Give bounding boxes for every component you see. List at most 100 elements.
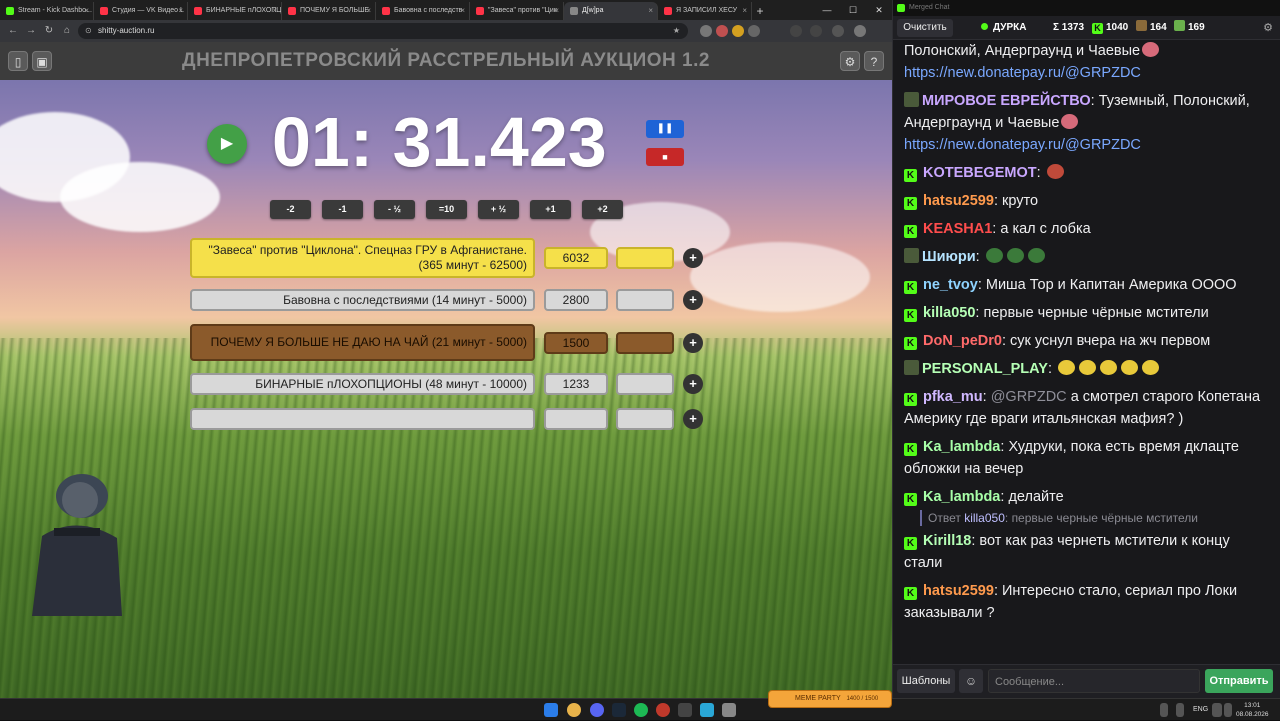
- time-adjust-button[interactable]: + ½: [478, 200, 519, 219]
- browser-tab[interactable]: БИНАРНЫЕ пЛОХОПЦ ×: [188, 2, 282, 20]
- lot-add-button[interactable]: +: [683, 409, 703, 429]
- settings-gear-icon[interactable]: ⚙: [840, 51, 860, 71]
- tab-close-icon[interactable]: ×: [272, 2, 277, 20]
- downloads-icon[interactable]: [790, 25, 802, 37]
- lot-amount-field[interactable]: 6032: [544, 247, 608, 269]
- emoji-picker-icon[interactable]: ☺: [959, 669, 983, 693]
- lot-add-button[interactable]: +: [683, 248, 703, 268]
- lot-add-amount-field[interactable]: [616, 289, 674, 311]
- chat-username[interactable]: МИРОВОЕ ЕВРЕЙСТВО: [922, 93, 1091, 109]
- menu-icon[interactable]: [854, 25, 866, 37]
- lot-amount-field[interactable]: 1500: [544, 331, 608, 354]
- send-button[interactable]: Отправить: [1205, 669, 1273, 693]
- time-adjust-button[interactable]: - ½: [374, 200, 415, 219]
- chat-username[interactable]: KEASHA1: [923, 221, 992, 237]
- time-adjust-button[interactable]: +2: [582, 200, 623, 219]
- browser-tab[interactable]: "Завеса" против "Цик ×: [470, 2, 564, 20]
- network-icon[interactable]: [1212, 703, 1222, 717]
- templates-button[interactable]: Шаблоны: [897, 669, 955, 693]
- chat-username[interactable]: PERSONAL_PLAY: [922, 361, 1048, 377]
- home-icon[interactable]: ⌂: [60, 24, 74, 38]
- chat-username[interactable]: ne_tvoy: [923, 277, 978, 293]
- tab-close-icon[interactable]: ×: [366, 2, 371, 20]
- browser-tab[interactable]: Stream - Kick Dashbo... ×: [0, 2, 94, 20]
- profile-icon[interactable]: [832, 25, 844, 37]
- tray-chevron-icon[interactable]: [1160, 703, 1168, 717]
- microphone-icon[interactable]: [1176, 703, 1184, 717]
- extension-icon[interactable]: [732, 25, 744, 37]
- extension-icon[interactable]: [700, 25, 712, 37]
- help-icon[interactable]: ?: [864, 51, 884, 71]
- site-info-icon[interactable]: ⊙: [85, 23, 92, 39]
- lot-add-amount-field[interactable]: [616, 408, 674, 430]
- sidebar-icon[interactable]: [810, 25, 822, 37]
- chrome-icon[interactable]: [567, 703, 581, 717]
- meme-party-widget[interactable]: MEME PARTY 1400 / 1500: [768, 690, 892, 708]
- spotify-icon[interactable]: [634, 703, 648, 717]
- reply-username[interactable]: killa050: [964, 511, 1005, 525]
- app-icon[interactable]: [722, 703, 736, 717]
- chat-username[interactable]: hatsu2599: [923, 583, 994, 599]
- app-icon[interactable]: [656, 703, 670, 717]
- chat-username[interactable]: pfka_mu: [923, 389, 983, 405]
- browser-tab[interactable]: Д[w]ра ×: [564, 2, 658, 20]
- telegram-icon[interactable]: [700, 703, 714, 717]
- stop-button[interactable]: ■: [646, 148, 684, 166]
- chat-link[interactable]: https://new.donatepay.ru/@GRPZDC: [904, 65, 1141, 81]
- chat-username[interactable]: Kirill18: [923, 533, 971, 549]
- chat-username[interactable]: Шиюри: [922, 249, 976, 265]
- lot-name-field[interactable]: "Завеса" против "Циклона". Спецназ ГРУ в…: [190, 238, 535, 278]
- chat-username[interactable]: KOTEBEGEMOT: [923, 165, 1037, 181]
- lot-name-field[interactable]: [190, 408, 535, 430]
- chat-username[interactable]: Ka_lambda: [923, 489, 1000, 505]
- lot-add-button[interactable]: +: [683, 290, 703, 310]
- tab-close-icon[interactable]: ×: [742, 2, 747, 20]
- minimize-icon[interactable]: —: [814, 0, 840, 20]
- obs-icon[interactable]: [678, 703, 692, 717]
- lot-add-button[interactable]: +: [683, 332, 703, 353]
- reload-icon[interactable]: ↻: [42, 24, 56, 38]
- lot-amount-field[interactable]: 2800: [544, 289, 608, 311]
- windows-start-icon[interactable]: [544, 703, 558, 717]
- time-adjust-button[interactable]: =10: [426, 200, 467, 219]
- browser-tab[interactable]: ПОЧЕМУ Я БОЛЬШЕ ×: [282, 2, 376, 20]
- time-adjust-button[interactable]: -1: [322, 200, 363, 219]
- bookmark-star-icon[interactable]: ★: [673, 23, 680, 39]
- steam-icon[interactable]: [612, 703, 626, 717]
- extension-icon[interactable]: [716, 25, 728, 37]
- pause-button[interactable]: ❚❚: [646, 120, 684, 138]
- chat-settings-icon[interactable]: ⚙: [1261, 21, 1275, 35]
- forward-icon[interactable]: →: [24, 24, 38, 38]
- lot-add-button[interactable]: +: [683, 374, 703, 394]
- discord-icon[interactable]: [590, 703, 604, 717]
- url-field[interactable]: ⊙ shitty-auction.ru ★: [78, 23, 688, 39]
- lot-amount-field[interactable]: [544, 408, 608, 430]
- lot-add-amount-field[interactable]: [616, 247, 674, 269]
- lot-name-field[interactable]: ПОЧЕМУ Я БОЛЬШЕ НЕ ДАЮ НА ЧАЙ (21 минут …: [190, 324, 535, 361]
- tab-close-icon[interactable]: ×: [554, 2, 559, 20]
- tab-close-icon[interactable]: ×: [84, 2, 89, 20]
- chat-username[interactable]: DoN_peDr0: [923, 333, 1002, 349]
- tab-close-icon[interactable]: ×: [460, 2, 465, 20]
- play-button[interactable]: ▶: [207, 124, 247, 164]
- mention[interactable]: @GRPZDC: [991, 389, 1067, 405]
- clock[interactable]: 13:01 08.08.2026: [1236, 701, 1269, 719]
- time-adjust-button[interactable]: +1: [530, 200, 571, 219]
- chat-username[interactable]: Ka_lambda: [923, 439, 1000, 455]
- message-input[interactable]: Сообщение...: [988, 669, 1200, 693]
- browser-tab[interactable]: Студия — VK Видео L ×: [94, 2, 188, 20]
- extensions-puzzle-icon[interactable]: [748, 25, 760, 37]
- lot-add-amount-field[interactable]: [616, 373, 674, 395]
- back-icon[interactable]: ←: [6, 24, 20, 38]
- volume-icon[interactable]: [1224, 703, 1232, 717]
- new-tab-button[interactable]: +: [752, 2, 768, 20]
- language-indicator[interactable]: ENG: [1193, 699, 1208, 721]
- chat-username[interactable]: killa050: [923, 305, 975, 321]
- clear-chat-button[interactable]: Очистить: [897, 19, 953, 37]
- chat-link[interactable]: https://new.donatepay.ru/@GRPZDC: [904, 137, 1141, 153]
- chat-username[interactable]: hatsu2599: [923, 193, 994, 209]
- lot-name-field[interactable]: Бавовна с последствиями (14 минут - 5000…: [190, 289, 535, 311]
- time-adjust-button[interactable]: -2: [270, 200, 311, 219]
- browser-tab[interactable]: Бавовна с последств ×: [376, 2, 470, 20]
- browser-tab[interactable]: Я ЗАПИСИЛ ХЕСУ ×: [658, 2, 752, 20]
